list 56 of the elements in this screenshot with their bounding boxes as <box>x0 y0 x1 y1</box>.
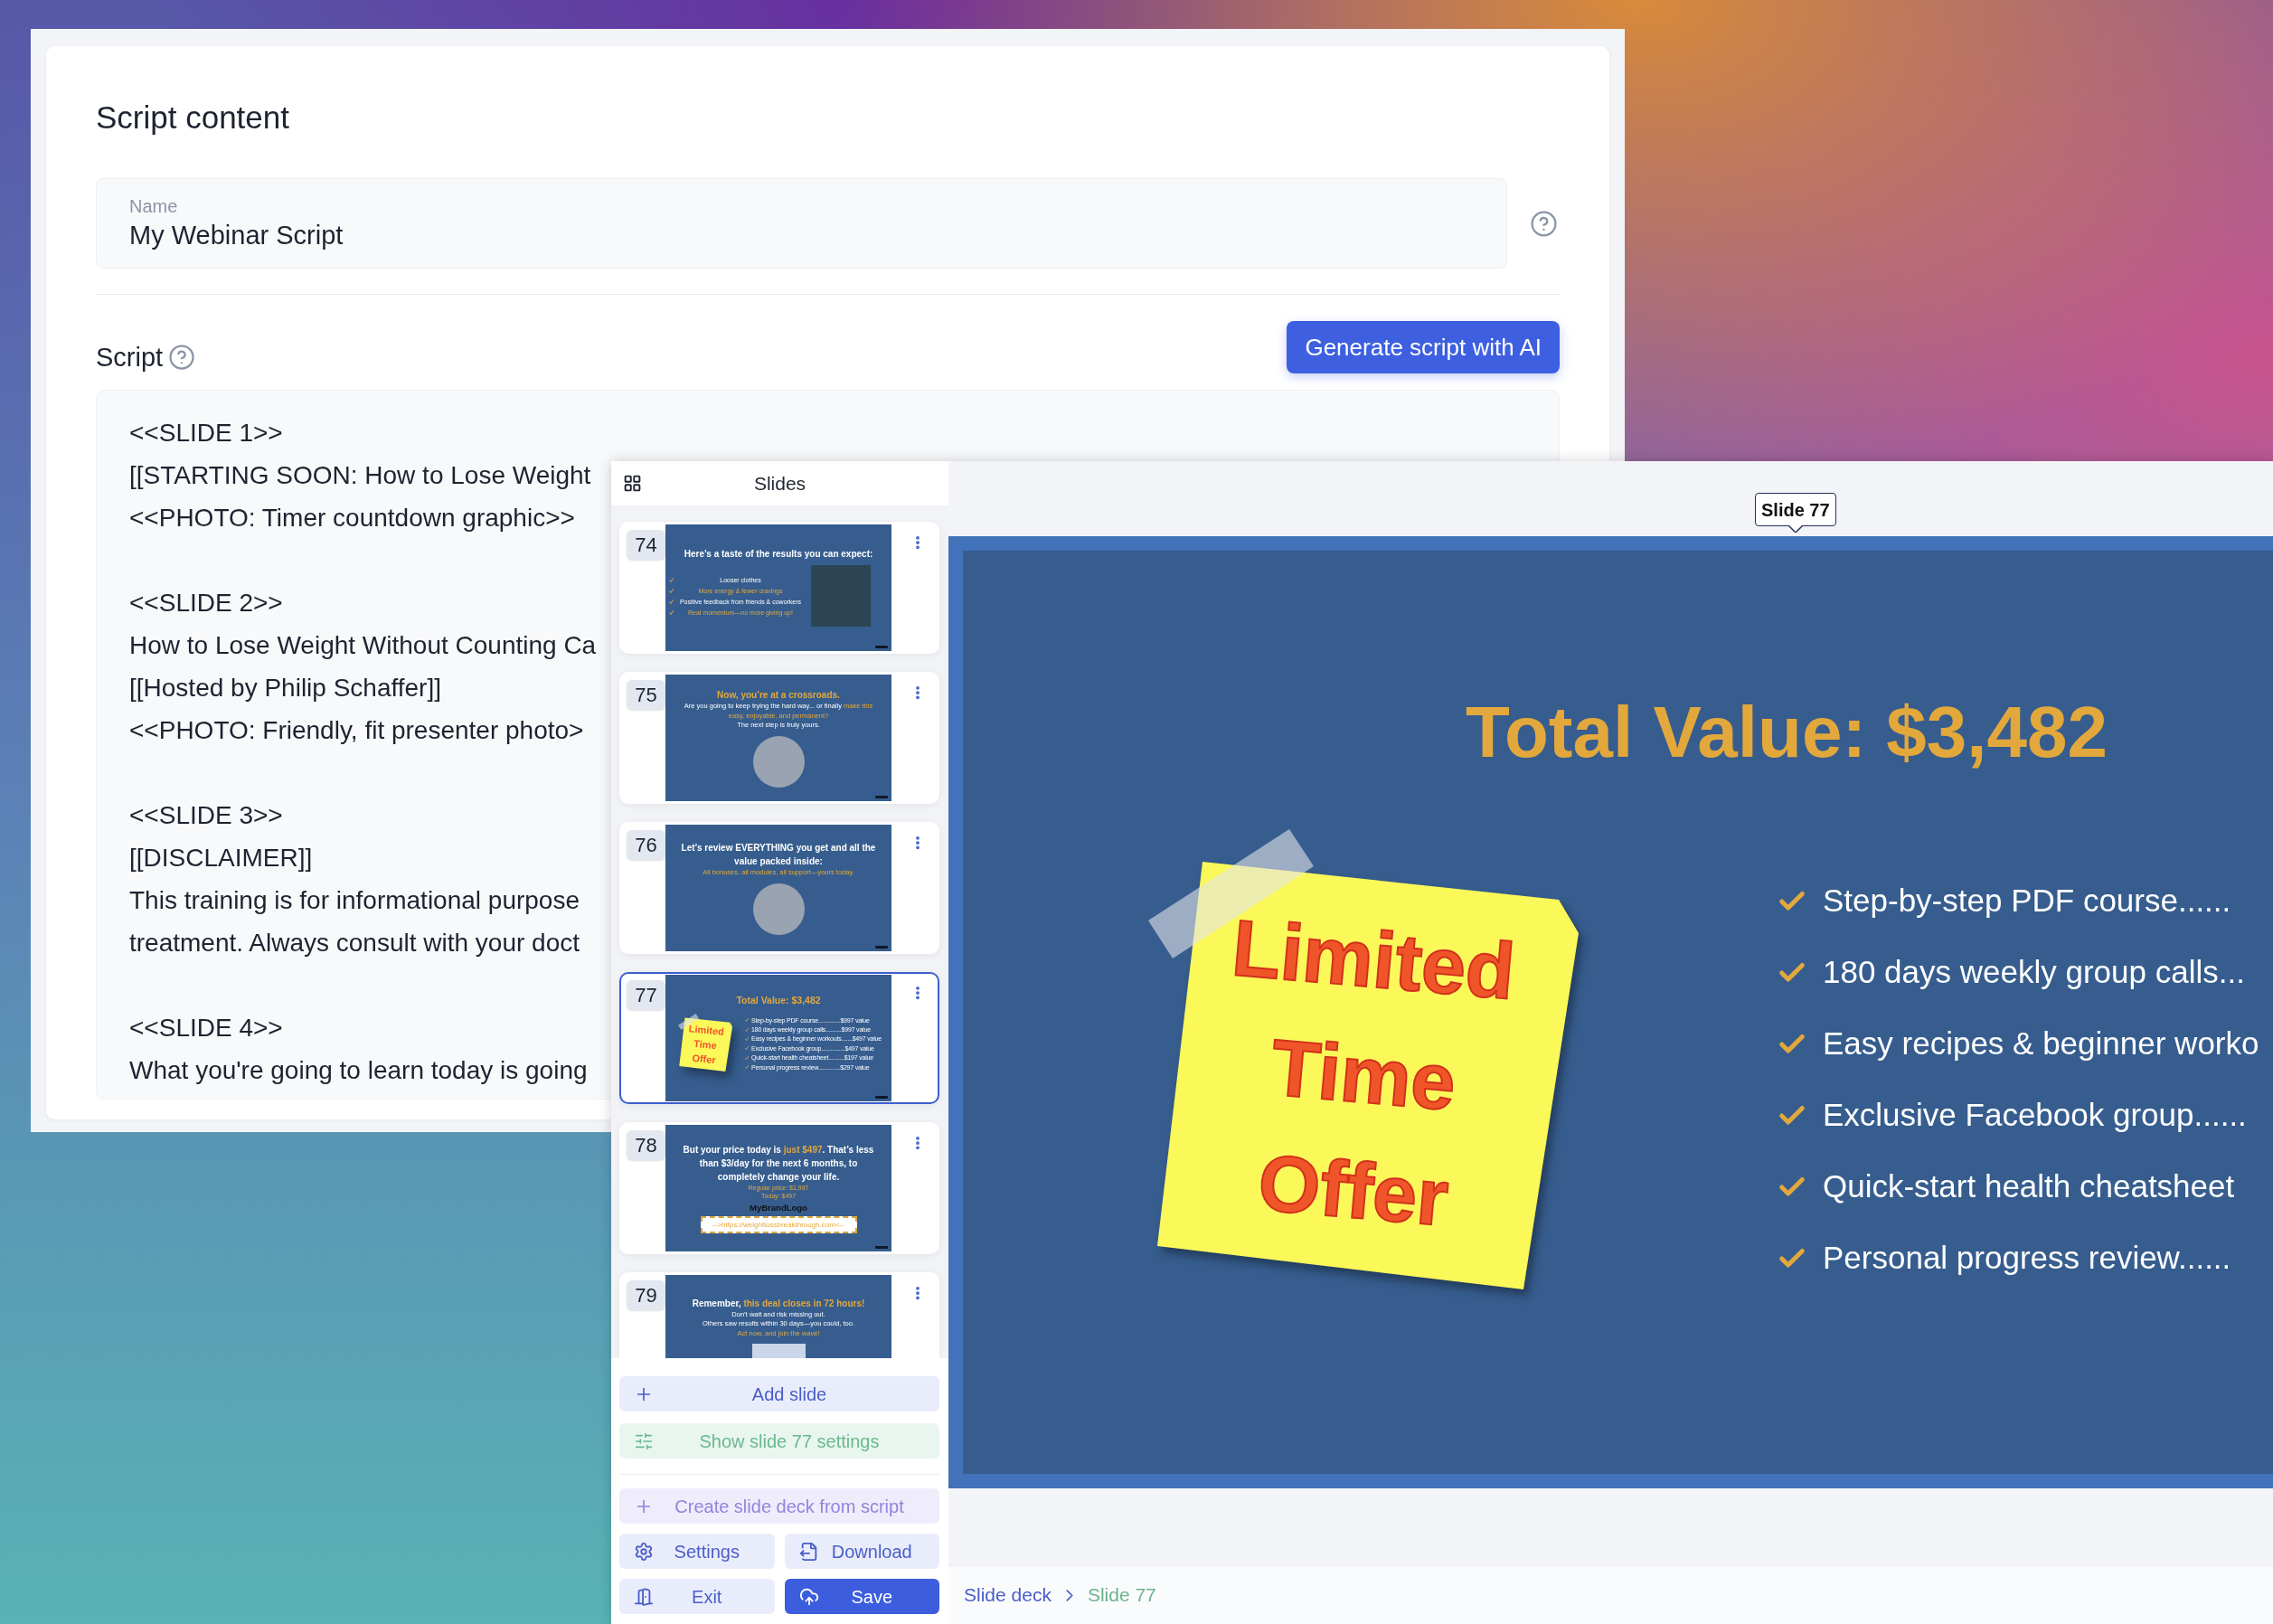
logo-mark-icon <box>875 1096 888 1099</box>
action-button[interactable]: Exit <box>619 1579 775 1614</box>
panel-title: Slides <box>752 471 807 496</box>
sliders-icon <box>634 1430 654 1451</box>
benefit-text: 180 days weekly group calls... <box>1823 953 2245 992</box>
slide-number: 76 <box>627 830 665 860</box>
generate-button[interactable]: Generate script with AI <box>1287 321 1560 373</box>
slide-card[interactable] <box>619 972 939 1104</box>
slide-card[interactable] <box>619 1122 939 1254</box>
slide-heading: Remember, this deal closes in 72 hours! <box>692 1297 865 1310</box>
logo-mark-icon <box>875 796 888 798</box>
slide-title: Total Value: $3,482 <box>1466 691 2108 774</box>
note-text: Limited Time Offer <box>1228 901 1520 1244</box>
benefit-text: Quick-start health cheatsheet <box>1823 1167 2235 1206</box>
check-icon <box>745 1065 749 1070</box>
help-icon[interactable] <box>1530 209 1558 238</box>
logo-mark-icon <box>875 646 888 648</box>
slide-number: 74 <box>627 530 665 560</box>
door-icon <box>634 1586 654 1607</box>
file-arrow-icon <box>798 1541 819 1562</box>
slide-number: 77 <box>627 980 665 1010</box>
add-slide-button[interactable]: Add slide <box>619 1376 939 1412</box>
logo-mark-icon <box>875 946 888 949</box>
benefit-text: Easy recipes & beginner worko <box>1823 1024 2259 1063</box>
slide-heading: Here’s a taste of the results you can expect: <box>683 549 874 560</box>
slide-heading: Total Value: $3,482 <box>735 995 822 1006</box>
action-button[interactable]: Save <box>784 1579 939 1614</box>
tooltip-pointer-icon <box>1787 524 1803 533</box>
slide-tooltip: Slide 77 <box>1755 493 1836 526</box>
breadcrumb-link[interactable]: Slide deck <box>964 1581 1052 1610</box>
benefit-text: Exclusive Facebook group...... <box>1823 1096 2247 1135</box>
slide-number: 78 <box>627 1130 665 1160</box>
logo-mark-icon <box>875 1246 888 1249</box>
card-title: Script content <box>96 99 290 137</box>
slide-number: 75 <box>627 680 665 710</box>
slide-heading: Now, you’re at a crossroads. <box>717 689 840 703</box>
field-label: Script <box>96 342 164 373</box>
field-label: Name <box>129 195 179 217</box>
slide-number: 79 <box>627 1280 665 1310</box>
name-field[interactable]: Name My Webinar Script <box>96 178 1507 269</box>
note-text: Limited Time Offer <box>687 1022 726 1068</box>
create-deck-button[interactable]: Create slide deck from script <box>619 1488 939 1524</box>
cloud-upload-icon <box>798 1586 819 1607</box>
photo-placeholder <box>811 565 871 627</box>
grid-icon[interactable] <box>623 474 642 493</box>
settings-icon <box>634 1541 654 1562</box>
benefit-text: Step-by-step PDF course...... <box>1823 882 2231 921</box>
slide-heading: But your price today is just $497. That’s less than $3/day for the next 6 months, to completely change your life. <box>682 1144 875 1184</box>
help-icon[interactable] <box>168 344 196 371</box>
action-button[interactable]: Download <box>784 1534 939 1569</box>
logo-text: MyBrandLogo <box>750 1203 807 1213</box>
url-box: -->https://weightlossbreakthrough.com<-- <box>700 1216 857 1233</box>
benefit-text: Personal progress review...... <box>1823 1239 2231 1278</box>
action-button[interactable]: Settings <box>619 1534 775 1569</box>
chevron-right-icon <box>1065 1589 1073 1601</box>
slide-heading: Let’s review EVERYTHING you get and all the value packed inside: <box>680 842 877 869</box>
